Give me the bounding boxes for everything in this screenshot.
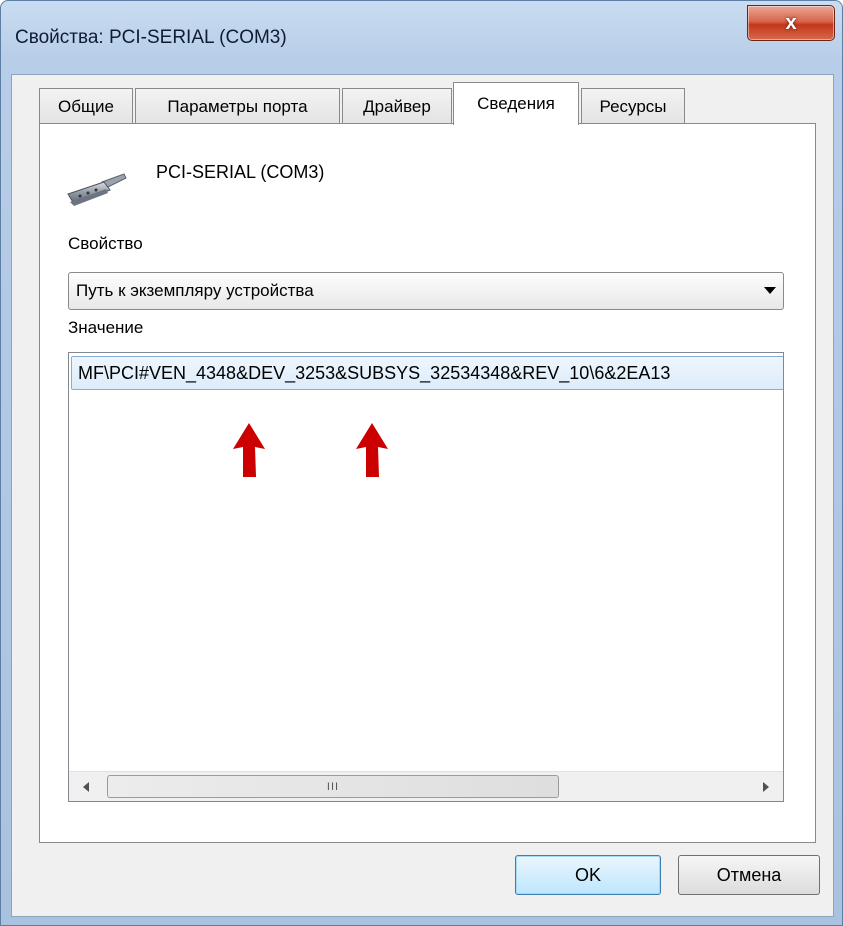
ok-button-label: OK [574,864,601,885]
tab-label: Драйвер [363,96,431,116]
tab-label: Общие [58,96,114,116]
arrow-left-icon [83,782,89,792]
ok-button[interactable]: OK [515,855,661,895]
tab-port-settings[interactable]: Параметры порта [135,88,340,124]
device-name: PCI-SERIAL (COM3) [156,162,325,182]
tab-general[interactable]: Общие [39,88,133,124]
cancel-button-label: Отмена [716,864,782,885]
cancel-button[interactable]: Отмена [678,855,820,895]
chevron-down-icon [764,287,776,294]
property-dropdown[interactable]: Путь к экземпляру устройства [68,272,784,310]
close-button[interactable]: x [747,5,835,41]
properties-dialog: Свойства: PCI-SERIAL (COM3) x Общие Пара… [0,0,843,926]
scroll-right-button[interactable] [755,776,777,798]
tab-label: Ресурсы [599,96,667,116]
arrow-right-icon [763,782,769,792]
tab-resources[interactable]: Ресурсы [581,88,685,124]
scrollbar-thumb[interactable]: III [107,775,559,798]
value-listbox[interactable]: MF\PCI#VEN_4348&DEV_3253&SUBSYS_32534348… [68,352,784,802]
red-arrow-annotation-icon [356,423,388,477]
window-title: Свойства: PCI-SERIAL (COM3) [15,27,287,48]
property-selected-value: Путь к экземпляру устройства [76,281,314,300]
close-icon: x [785,11,797,34]
list-item[interactable]: MF\PCI#VEN_4348&DEV_3253&SUBSYS_32534348… [71,356,783,390]
dialog-client-area: Общие Параметры порта Драйвер Сведения Р… [11,74,834,917]
property-label: Свойство [68,234,143,253]
scroll-left-button[interactable] [75,776,97,798]
details-tab-panel: PCI-SERIAL (COM3) Свойство Путь к экземп… [39,123,816,843]
serial-port-connector-icon [67,173,127,206]
tab-driver[interactable]: Драйвер [342,88,452,124]
tab-label: Параметры порта [167,96,308,116]
horizontal-scrollbar[interactable]: III [69,771,783,801]
value-label: Значение [68,318,144,337]
tab-details[interactable]: Сведения [453,82,579,125]
tab-label: Сведения [477,94,555,113]
grip-icon: III [326,780,340,793]
red-arrow-annotation-icon [233,423,265,477]
